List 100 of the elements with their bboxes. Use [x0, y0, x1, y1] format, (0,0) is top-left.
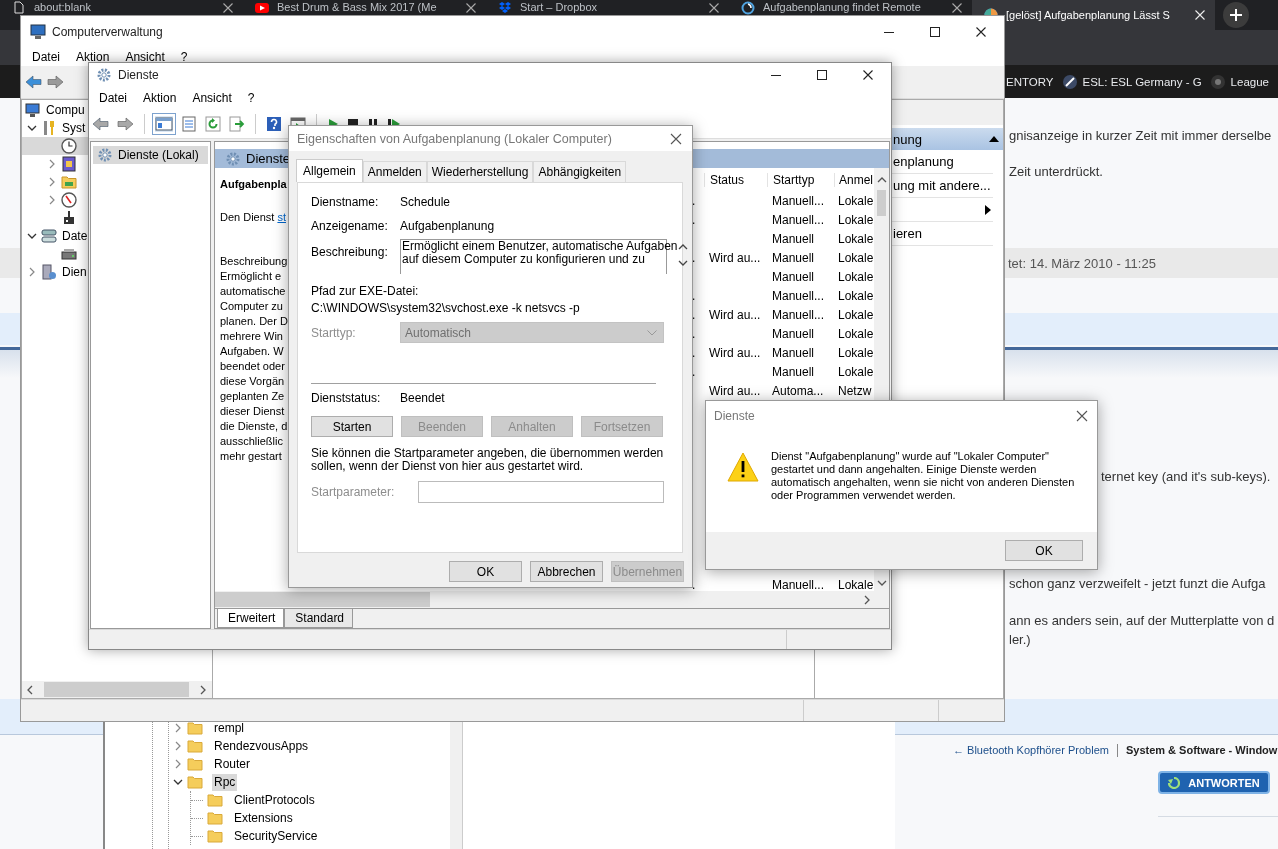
chevron-down-icon[interactable] [27, 123, 37, 133]
chevron-right-icon[interactable] [47, 159, 57, 169]
reply-button[interactable]: ANTWORTEN [1158, 771, 1270, 794]
close-icon[interactable] [709, 3, 719, 13]
browser-tab[interactable]: [gelöst] Aufgabenplanung Lässt S [972, 0, 1215, 30]
tree-item-highlight[interactable] [22, 137, 88, 155]
table-cell-text: Lokale [837, 212, 874, 227]
dialog-tab[interactable]: Abhängigkeiten [533, 161, 627, 182]
menu-item[interactable]: Datei [24, 48, 68, 66]
menu-item[interactable]: ? [172, 48, 196, 66]
tree-item[interactable]: RendezvousApps [212, 737, 311, 755]
chevron-right-icon[interactable] [27, 267, 37, 277]
close-icon[interactable] [952, 3, 962, 13]
chevron-right-icon[interactable] [173, 741, 183, 751]
collapse-icon[interactable] [989, 136, 999, 142]
chevron-right-icon[interactable] [47, 195, 57, 205]
chevron-down-icon[interactable] [27, 231, 37, 241]
browser-tab[interactable]: Aufgabenplanung findet Remote [729, 0, 972, 15]
bookmark-link[interactable]: League [1230, 75, 1269, 88]
menu-item[interactable]: Ansicht [117, 48, 173, 66]
dialog-tab[interactable]: Allgemein [296, 159, 363, 182]
close-icon[interactable] [1076, 410, 1088, 422]
dialog-button[interactable]: Abbrechen [530, 561, 603, 582]
bookmark-icon[interactable] [1061, 73, 1078, 90]
scroll-right-icon[interactable] [863, 594, 871, 605]
help-icon[interactable] [266, 115, 282, 132]
tree-item[interactable]: ClientProtocols [232, 791, 317, 809]
back-icon[interactable] [25, 74, 42, 90]
scroll-arrows-icon[interactable] [677, 243, 688, 267]
tree-item[interactable]: Rpc [212, 773, 238, 791]
close-icon[interactable] [863, 70, 873, 80]
scroll-down-icon[interactable] [876, 579, 887, 587]
tree-item[interactable]: SecurityService [232, 827, 320, 845]
scroll-thumb[interactable] [215, 592, 430, 607]
horizontal-scrollbar[interactable] [22, 681, 212, 698]
menu-item[interactable]: Aktion [68, 48, 118, 66]
chevron-right-icon[interactable] [173, 723, 183, 733]
scroll-left-icon[interactable] [26, 684, 34, 695]
menu-item[interactable]: Aktion [135, 89, 185, 107]
dialog-tab[interactable]: Anmelden [362, 161, 427, 182]
description-text: planen. Der D [220, 314, 289, 329]
maximize-icon[interactable] [817, 70, 827, 80]
console-tree-icon[interactable] [155, 115, 173, 132]
forward-icon[interactable] [117, 115, 134, 132]
bookmark-link[interactable]: ENTORY [1006, 75, 1054, 88]
column-header[interactable]: Starttyp [767, 172, 834, 187]
browser-tab[interactable]: Best Drum & Bass Mix 2017 (Me [243, 0, 486, 15]
scroll-right-icon[interactable] [199, 684, 207, 695]
dialog-button[interactable]: OK [449, 561, 522, 582]
submenu-arrow-icon[interactable] [985, 204, 991, 215]
service-control-button[interactable]: Starten [311, 416, 393, 437]
browser-tab[interactable]: Start – Dropbox [486, 0, 729, 15]
ok-button[interactable]: OK [1005, 540, 1083, 561]
scroll-thumb[interactable] [877, 190, 886, 216]
chevron-right-icon[interactable] [47, 177, 57, 187]
close-icon[interactable] [223, 3, 233, 13]
description-text: mehr gestart [220, 449, 283, 464]
table-cell-text: Lokale [837, 577, 874, 592]
menu-item[interactable]: Datei [91, 89, 135, 107]
menu-item[interactable]: ? [239, 89, 263, 107]
close-icon[interactable] [466, 3, 476, 13]
start-link[interactable]: st [277, 211, 286, 223]
refresh-icon[interactable] [205, 115, 221, 132]
browser-tab[interactable]: about:blank [0, 0, 243, 15]
chevron-down-icon[interactable] [173, 777, 183, 787]
forward-icon[interactable] [47, 74, 64, 90]
tree-item[interactable]: Compu [46, 103, 85, 117]
tree-item[interactable]: Syst [62, 121, 86, 135]
bookmark-link[interactable]: ESL: ESL Germany - G [1082, 75, 1202, 88]
field-label: Beschreibung: [311, 245, 389, 259]
field-label: Pfad zur EXE-Datei: [311, 284, 420, 298]
close-icon[interactable] [976, 27, 986, 37]
tree-item[interactable]: Extensions [232, 809, 295, 827]
menu-item[interactable]: Ansicht [184, 89, 240, 107]
chevron-right-icon[interactable] [173, 759, 183, 769]
forum-link[interactable]: System & Software - Window [1125, 743, 1278, 757]
description-text: die Dienste, d [220, 419, 289, 434]
tree-item[interactable]: Dien [62, 265, 87, 279]
dialog-tab[interactable]: Wiederherstellung [426, 161, 534, 182]
view-tab[interactable]: Standard [284, 609, 354, 628]
close-icon[interactable] [670, 132, 682, 145]
scroll-up-icon[interactable] [876, 176, 887, 184]
actions-header[interactable]: nung [891, 128, 1003, 150]
new-tab-icon[interactable] [1223, 2, 1249, 28]
column-header[interactable]: Status [704, 172, 767, 187]
description-text: dieser Dienst [220, 404, 286, 419]
window-title: Dienste [118, 68, 159, 82]
export-icon[interactable] [229, 115, 245, 132]
maximize-icon[interactable] [930, 27, 940, 37]
field-label: Startparameter: [311, 485, 396, 499]
dialog-title: Dienste [714, 409, 755, 423]
scroll-thumb[interactable] [44, 682, 189, 697]
tree-item[interactable]: rempl [212, 719, 246, 737]
tree-item[interactable]: Date [62, 229, 88, 243]
back-icon[interactable] [92, 115, 109, 132]
tree-item[interactable]: Router [212, 755, 253, 773]
previous-thread-link[interactable]: ← Bluetooth Kopfhörer Problem [953, 743, 1109, 757]
view-tab[interactable]: Erweitert [217, 609, 285, 628]
tree-item[interactable]: Dienste (Lokal) [93, 146, 208, 164]
post-text: ann es anders sein, auf der Mutterplatte von d [1009, 612, 1276, 630]
